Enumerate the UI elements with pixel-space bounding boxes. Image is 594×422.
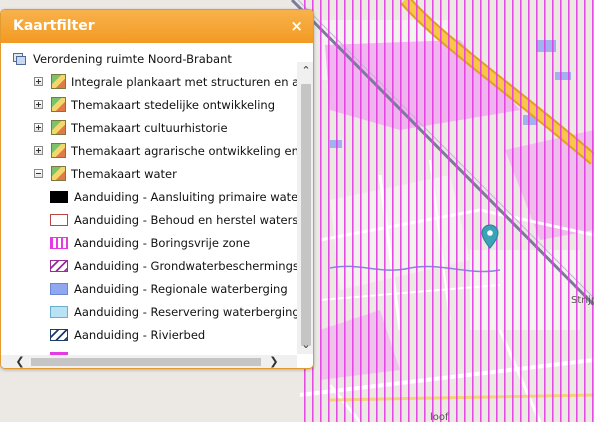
layers-root-icon: [13, 52, 27, 65]
map-filter-panel: Kaartfilter × Verordening ruimte Noord-B…: [0, 9, 314, 369]
layer-label: Themakaart stedelijke ontwikkeling: [71, 98, 275, 112]
legend-label: Aanduiding - Behoud en herstel watersyst…: [74, 213, 297, 227]
panel-header: Kaartfilter ×: [1, 10, 313, 43]
map-label: Strijp: [571, 295, 594, 306]
legend-label: Aanduiding - Grondwaterbeschermingsgebie…: [74, 259, 297, 273]
horizontal-scroll-thumb[interactable]: [31, 358, 261, 366]
layer-label: Themakaart cultuurhistorie: [71, 121, 228, 135]
scroll-down-icon[interactable]: ⌄: [297, 336, 313, 354]
horizontal-scrollbar[interactable]: ❮ ❯: [1, 355, 297, 368]
legend-diagonal-purple-icon: [50, 260, 68, 272]
map-label: loof: [430, 412, 449, 422]
legend-fill-lightblue-icon: [50, 306, 68, 318]
collapse-minus-icon[interactable]: [34, 169, 43, 178]
scroll-right-icon[interactable]: ❯: [265, 355, 283, 368]
tree-root-label: Verordening ruimte Noord-Brabant: [33, 52, 232, 66]
layer-label: Themakaart water: [71, 167, 177, 181]
layer-label: Integrale plankaart met structuren en aa…: [71, 75, 297, 89]
legend-diagonal-navy-icon: [50, 329, 68, 341]
layer-icon: [51, 166, 66, 181]
legend-outline-red-icon: [50, 214, 68, 226]
expand-plus-icon[interactable]: [34, 123, 43, 132]
vertical-scrollbar[interactable]: ⌃ ⌄: [297, 62, 313, 354]
scroll-up-icon[interactable]: ⌃: [297, 62, 313, 80]
legend-fill-blue-icon: [50, 283, 68, 295]
close-icon[interactable]: ×: [290, 10, 303, 43]
legend-label: Aanduiding - Aansluiting primaire waterk…: [74, 190, 297, 204]
scroll-left-icon[interactable]: ❮: [11, 355, 29, 368]
vertical-scroll-thumb[interactable]: [301, 84, 311, 346]
legend-vertical-hatch-icon: [50, 237, 68, 249]
layer-tree: Verordening ruimte Noord-Brabant Integra…: [1, 43, 297, 355]
expand-plus-icon[interactable]: [34, 146, 43, 155]
layer-icon: [51, 97, 66, 112]
layer-icon: [51, 143, 66, 158]
layer-label: Themakaart agrarische ontwikkeling en wi…: [71, 144, 297, 158]
legend-label: Aanduiding - Boringsvrije zone: [74, 236, 251, 250]
expand-plus-icon[interactable]: [34, 77, 43, 86]
legend-solid-black-icon: [50, 191, 68, 203]
layer-icon: [51, 120, 66, 135]
layer-icon: [51, 74, 66, 89]
panel-title: Kaartfilter: [13, 18, 95, 34]
legend-label: Aanduiding - Reservering waterberging: [74, 305, 297, 319]
legend-label: Aanduiding - Regionale waterberging: [74, 282, 288, 296]
legend-label: Aanduiding - Rivierbed: [74, 328, 206, 342]
expand-plus-icon[interactable]: [34, 100, 43, 109]
